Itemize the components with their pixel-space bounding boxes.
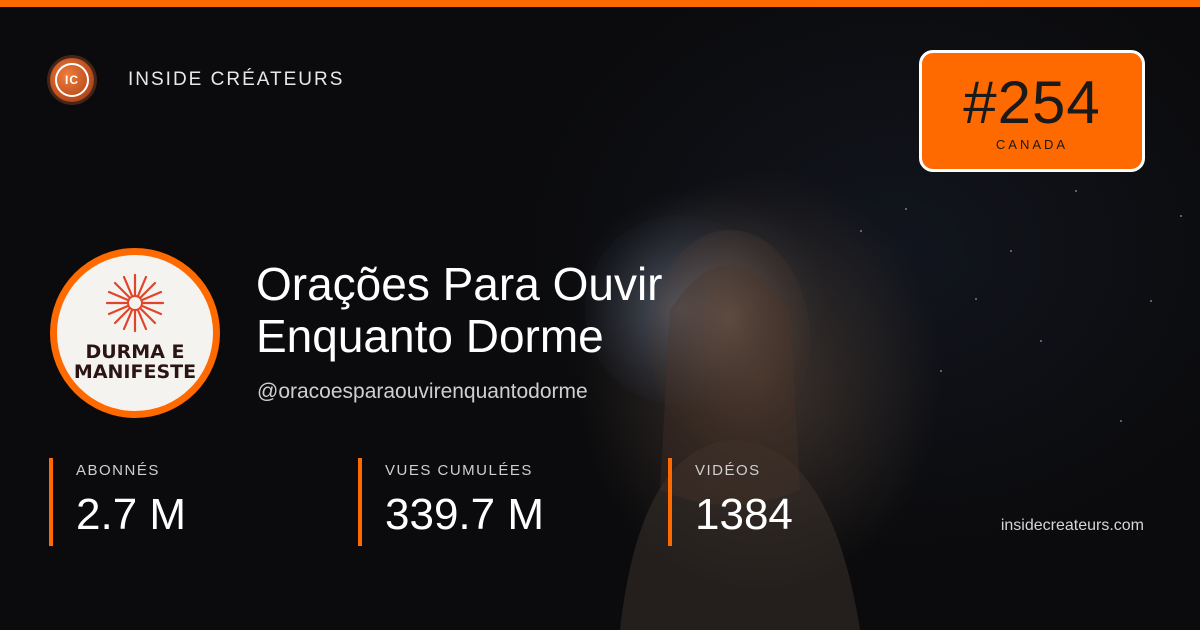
stat-views: VUES CUMULÉES 339.7 M (358, 458, 618, 546)
brand: IC INSIDE CRÉATEURS (50, 58, 344, 102)
stat-label: VIDÉOS (695, 462, 761, 479)
rank-country: CANADA (995, 137, 1069, 152)
stat-label: VUES CUMULÉES (385, 462, 533, 479)
channel-title-line2: Enquanto Dorme (256, 310, 604, 362)
stat-value: 2.7 M (76, 490, 187, 539)
avatar-text-line1: DURMA E (85, 341, 185, 363)
stat-videos: VIDÉOS 1384 (668, 458, 908, 546)
channel-handle: @oracoesparaouvirenquantodorme (257, 380, 588, 403)
share-card: IC INSIDE CRÉATEURS #254 CANADA DURMA E … (0, 0, 1200, 630)
brand-logo-text: IC (65, 73, 79, 87)
site-url: insidecreateurs.com (1000, 517, 1144, 534)
avatar-text-line2: MANIFESTE (73, 361, 197, 383)
sun-burst-icon (105, 273, 165, 333)
rank-number: #254 (963, 69, 1101, 136)
accent-top-bar (0, 0, 1200, 7)
brand-name: INSIDE CRÉATEURS (128, 69, 345, 90)
stat-value: 339.7 M (385, 490, 544, 539)
stat-subscribers: ABONNÉS 2.7 M (49, 458, 309, 546)
channel-avatar: DURMA E MANIFESTE (50, 248, 220, 418)
stat-value: 1384 (695, 490, 793, 539)
channel-title: Orações Para Ouvir Enquanto Dorme (256, 258, 876, 362)
channel-title-line1: Orações Para Ouvir (256, 258, 663, 310)
stat-label: ABONNÉS (76, 462, 160, 479)
inside-createurs-logo-icon: IC (50, 58, 94, 102)
background-artwork (560, 190, 980, 630)
rank-badge: #254 CANADA (919, 50, 1145, 172)
